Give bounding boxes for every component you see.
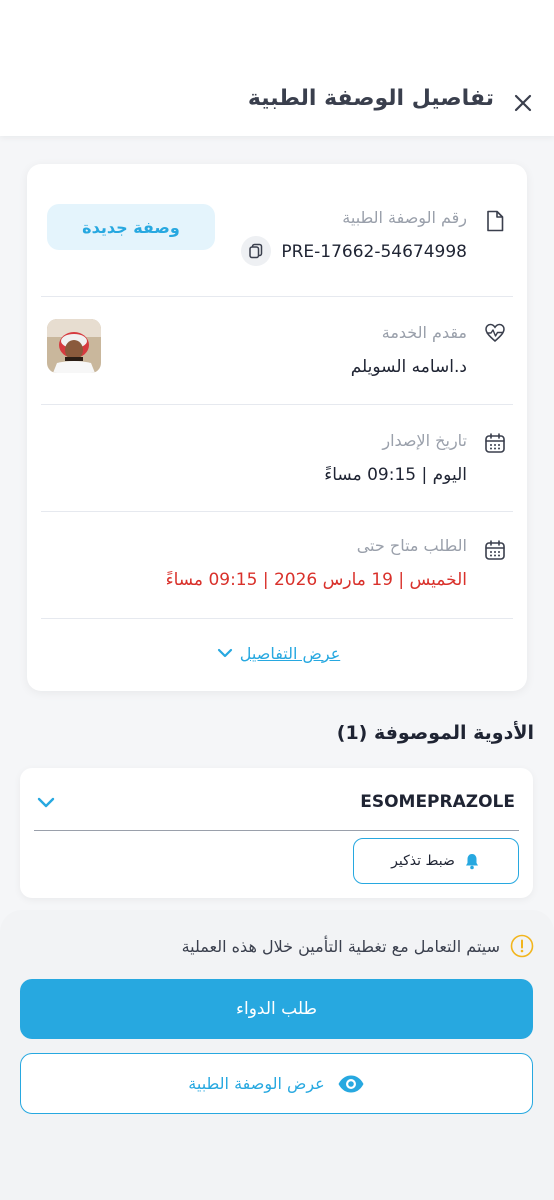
available-until-row: الطلب متاح حتى الخميس | 19 مارس 2026 | 0…: [27, 512, 527, 618]
set-reminder-button[interactable]: ضبط تذكير: [353, 838, 519, 884]
page-title: تفاصيل الوصفة الطبية: [247, 86, 494, 111]
warning-icon: [510, 934, 534, 958]
medication-card: ESOMEPRAZOLE ضبط تذكير: [20, 768, 533, 898]
provider-name: د.اسامه السويلم: [350, 357, 467, 377]
close-button[interactable]: [510, 90, 536, 116]
prescription-number-value: PRE-17662-54674998: [281, 242, 467, 262]
available-until-label: الطلب متاح حتى: [356, 536, 467, 555]
insurance-notice-text: سيتم التعامل مع تغطية التأمين خلال هذه ا…: [181, 936, 500, 956]
eye-icon: [338, 1075, 364, 1092]
prescription-number-row: رقم الوصفة الطبية PRE-17662-54674998 وصف…: [27, 164, 527, 296]
avatar: [47, 319, 101, 373]
calendar-icon: [485, 540, 505, 560]
issue-date-row: تاريخ الإصدار اليوم | 09:15 مساءً: [27, 405, 527, 511]
chevron-down-icon: [217, 648, 232, 658]
bell-icon: [465, 854, 478, 870]
view-prescription-button[interactable]: عرض الوصفة الطبية: [20, 1053, 533, 1114]
issue-date-value: اليوم | 09:15 مساءً: [324, 465, 467, 485]
available-until-value: الخميس | 19 مارس 2026 | 09:15 مساءً: [165, 570, 467, 590]
divider: [34, 830, 519, 831]
prescription-number-label: رقم الوصفة الطبية: [342, 208, 467, 227]
insurance-notice: سيتم التعامل مع تغطية التأمين خلال هذه ا…: [182, 934, 534, 958]
divider: [41, 618, 513, 619]
show-details-label: عرض التفاصيل: [239, 643, 341, 663]
view-prescription-label: عرض الوصفة الطبية: [188, 1074, 325, 1093]
medications-title: الأدوية الموصوفة (1): [336, 722, 534, 744]
chevron-down-icon[interactable]: [34, 790, 58, 814]
copy-icon: [249, 243, 263, 259]
copy-button[interactable]: [241, 236, 271, 266]
health-icon: [485, 323, 505, 342]
provider-row: مقدم الخدمة د.اسامه السويلم: [27, 297, 527, 404]
bottom-panel: سيتم التعامل مع تغطية التأمين خلال هذه ا…: [0, 910, 554, 1200]
provider-label: مقدم الخدمة: [381, 323, 467, 342]
calendar-icon: [485, 433, 505, 453]
order-medication-button[interactable]: طلب الدواء: [20, 979, 533, 1039]
show-details-link[interactable]: عرض التفاصيل: [27, 642, 527, 664]
status-badge: وصفة جديدة: [47, 204, 215, 250]
document-icon: [487, 210, 504, 232]
close-icon: [514, 94, 532, 112]
set-reminder-label: ضبط تذكير: [391, 853, 455, 869]
prescription-card: رقم الوصفة الطبية PRE-17662-54674998 وصف…: [27, 164, 527, 691]
top-bar: تفاصيل الوصفة الطبية: [0, 0, 554, 136]
medication-name: ESOMEPRAZOLE: [360, 792, 515, 812]
issue-date-label: تاريخ الإصدار: [382, 431, 467, 450]
